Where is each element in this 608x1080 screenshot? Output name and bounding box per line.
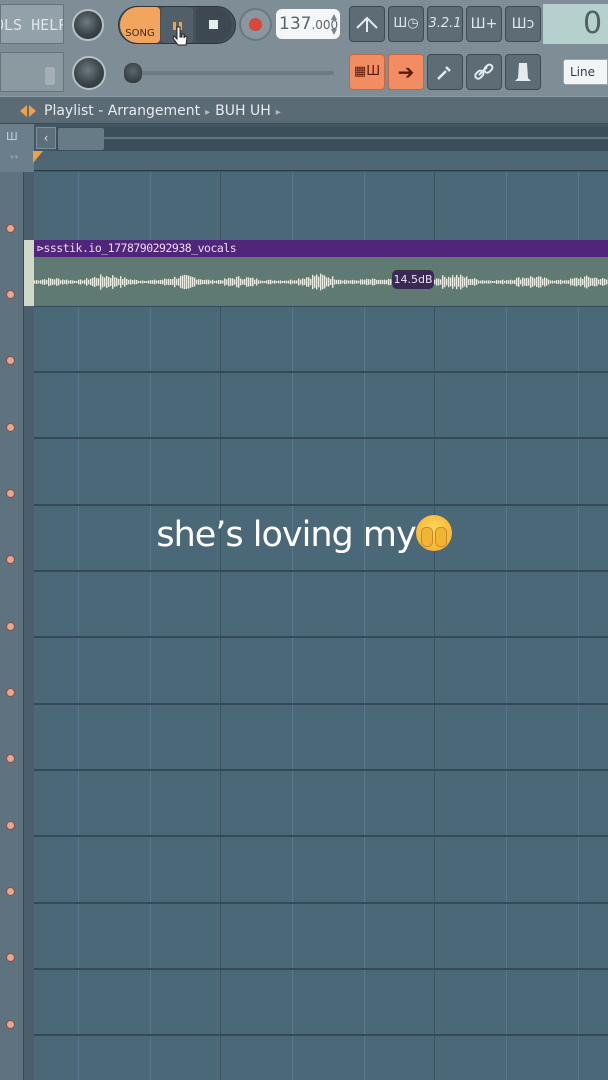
fader-icon bbox=[45, 67, 55, 85]
breadcrumb-arrow-icon: ▸ bbox=[275, 107, 281, 118]
step-edit-button[interactable]: Ш+ bbox=[466, 6, 502, 42]
link-icon bbox=[474, 63, 494, 80]
clip-name: ⊳ssstik.io_1778790292938_vocals bbox=[37, 241, 237, 255]
pause-button[interactable] bbox=[161, 7, 193, 46]
channel-rack-button[interactable]: ➔ bbox=[388, 54, 424, 90]
track-mute-led[interactable] bbox=[6, 1020, 15, 1029]
track-mute-led[interactable] bbox=[6, 555, 15, 564]
tempo-value: 137 bbox=[279, 14, 312, 34]
loop-record-button[interactable]: Шↄ bbox=[505, 6, 541, 42]
scroll-left-button[interactable]: ‹ bbox=[36, 127, 56, 149]
chevron-left-icon: ‹ bbox=[43, 131, 49, 145]
video-caption: she’s loving my bbox=[0, 515, 608, 555]
arrow-right-icon: ➔ bbox=[397, 60, 415, 84]
gain-badge: 14.5dB bbox=[392, 270, 434, 289]
menu-bar-text[interactable]: OLS HELP bbox=[0, 4, 64, 44]
track-mute-led[interactable] bbox=[6, 953, 15, 962]
track-header-column bbox=[0, 172, 24, 1080]
scrollbar-thumb[interactable] bbox=[58, 128, 104, 150]
arrows-icon: ↔ bbox=[10, 152, 19, 163]
mixer-button[interactable] bbox=[427, 54, 463, 90]
plugin-icon bbox=[515, 63, 531, 81]
track-color-strip bbox=[24, 172, 34, 1080]
mouse-cursor-icon bbox=[172, 26, 188, 46]
track-mute-led[interactable] bbox=[6, 489, 15, 498]
snap-select[interactable]: Line bbox=[563, 59, 608, 85]
master-pitch-knob[interactable] bbox=[72, 56, 106, 90]
playlist-title: Playlist - Arrangement bbox=[44, 103, 201, 119]
track-mute-led[interactable] bbox=[6, 224, 15, 233]
playhead-marker-icon[interactable] bbox=[33, 151, 45, 165]
track-mute-led[interactable] bbox=[6, 754, 15, 763]
overview-line bbox=[104, 137, 608, 139]
metronome-icon bbox=[356, 16, 378, 32]
track-mute-led[interactable] bbox=[6, 887, 15, 896]
track-mute-led[interactable] bbox=[6, 688, 15, 697]
wait-input-button[interactable]: Ш◷ bbox=[388, 6, 424, 42]
horizontal-scrollbar[interactable] bbox=[56, 127, 608, 151]
piano-roll-grid-icon: ▦Ш bbox=[353, 64, 381, 79]
stop-button[interactable] bbox=[196, 7, 232, 43]
track-mute-led[interactable] bbox=[6, 622, 15, 631]
main-toolbar: OLS HELP SONG 137.000 ▲▼ Ш◷ 3.2.1 Ш+ Шↄ … bbox=[0, 0, 608, 96]
breadcrumb-arrow-icon: ▸ bbox=[205, 107, 211, 118]
caption-text: she’s loving my bbox=[156, 515, 416, 555]
tool-icon[interactable]: Ш bbox=[6, 130, 18, 143]
playlist-button[interactable]: ▦Ш bbox=[349, 54, 385, 90]
countdown-button[interactable]: 3.2.1 bbox=[427, 6, 463, 42]
song-time-display: 0 bbox=[543, 4, 608, 44]
toolbar-left-panel bbox=[0, 52, 64, 92]
time-ruler[interactable] bbox=[34, 151, 608, 171]
plugin-picker-button[interactable] bbox=[505, 54, 541, 90]
plug-icon bbox=[437, 66, 451, 80]
playlist-grid[interactable] bbox=[34, 172, 608, 1080]
record-button[interactable] bbox=[239, 8, 272, 41]
song-mode-button[interactable]: SONG bbox=[120, 7, 160, 43]
track-mute-led[interactable] bbox=[6, 423, 15, 432]
playlist-breadcrumb: Playlist - Arrangement ▸ BUH UH ▸ bbox=[44, 97, 286, 125]
track-mute-led[interactable] bbox=[6, 821, 15, 830]
metronome-button[interactable] bbox=[349, 6, 385, 42]
track-mute-led[interactable] bbox=[6, 290, 15, 299]
tempo-spinner-icon: ▲ ▼ bbox=[330, 12, 337, 36]
master-volume-knob[interactable] bbox=[72, 9, 104, 41]
browser-button[interactable] bbox=[466, 54, 502, 90]
step-edit-icon: Ш+ bbox=[470, 16, 498, 32]
waveform bbox=[34, 273, 608, 291]
master-slider-thumb[interactable] bbox=[124, 63, 142, 83]
song-mode-label: SONG bbox=[125, 28, 155, 39]
playlist-header: Playlist - Arrangement ▸ BUH UH ▸ bbox=[0, 96, 608, 124]
ruler-corner: Ш ↔ bbox=[0, 124, 34, 172]
selected-track-indicator bbox=[24, 240, 34, 306]
tempo-display[interactable]: 137.000 ▲ ▼ bbox=[276, 9, 340, 39]
pattern-name[interactable]: BUH UH bbox=[215, 103, 271, 119]
hand-over-mouth-emoji-icon bbox=[415, 515, 452, 551]
master-slider[interactable] bbox=[130, 71, 334, 75]
playlist-options-icon[interactable] bbox=[18, 103, 38, 119]
countdown-icon: 3.2.1 bbox=[428, 16, 462, 31]
loop-record-icon: Шↄ bbox=[511, 16, 535, 32]
wait-record-icon: Ш◷ bbox=[393, 16, 419, 31]
track-mute-led[interactable] bbox=[6, 356, 15, 365]
